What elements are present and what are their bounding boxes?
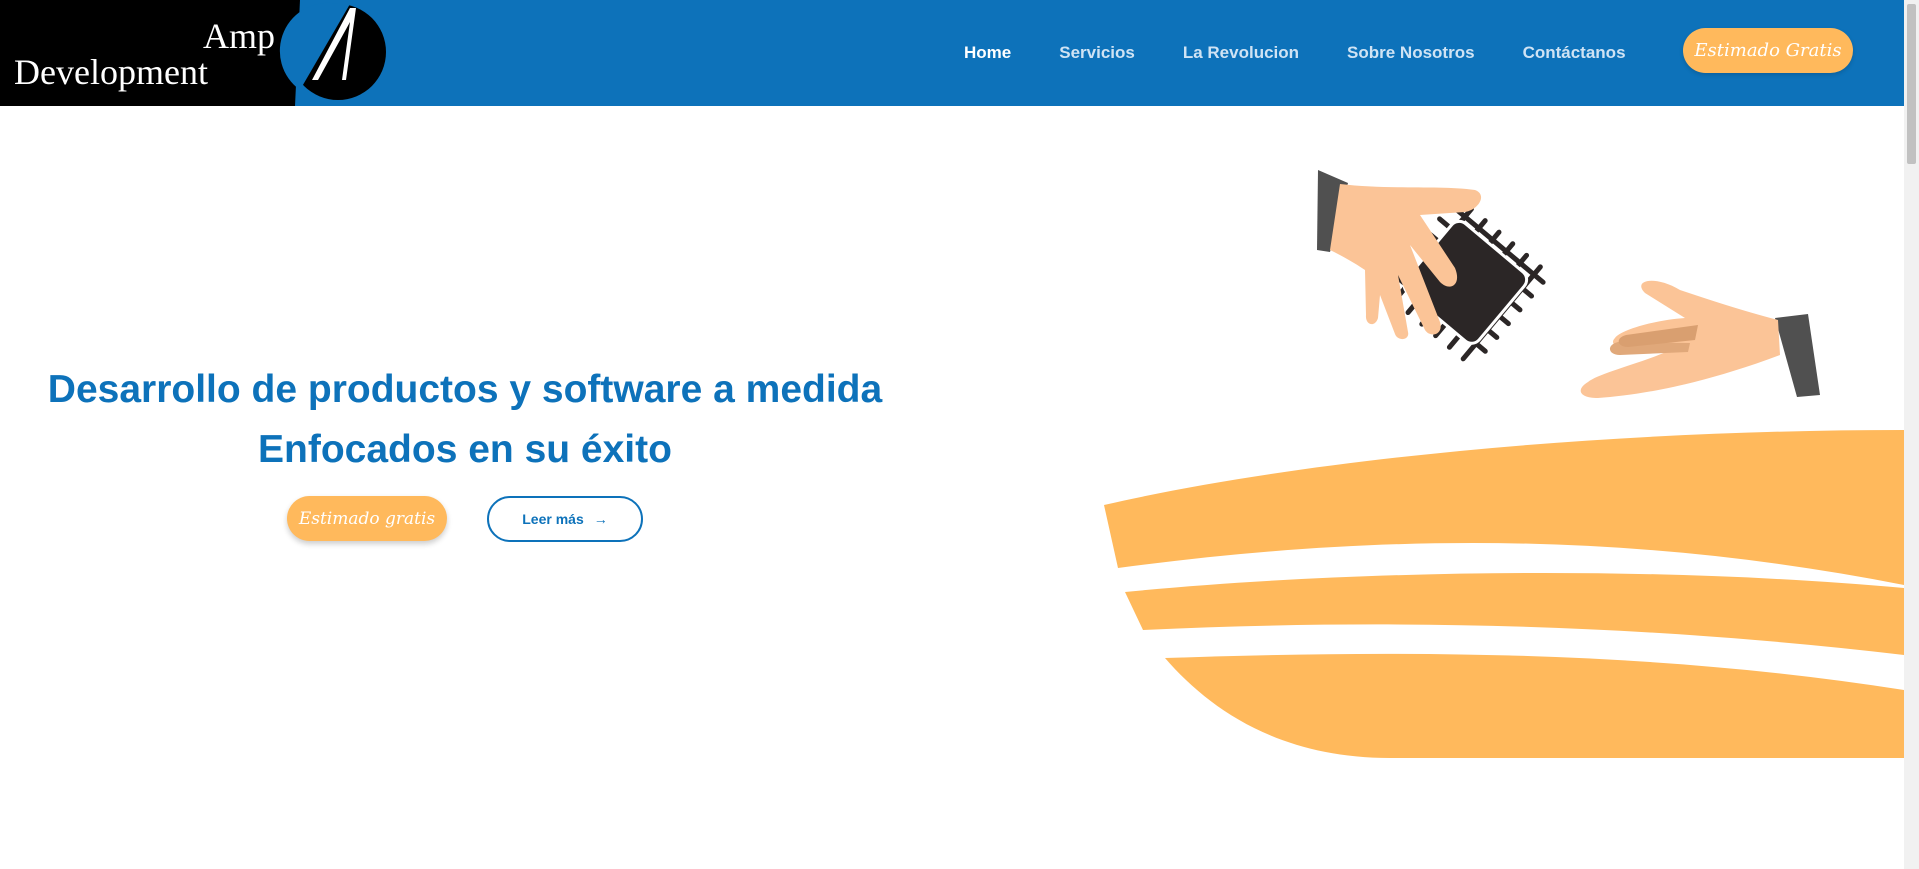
hero-estimate-button[interactable]: Estimado gratis (287, 496, 447, 541)
logo[interactable]: Amp Development (0, 0, 390, 106)
site-header: Amp Development Home Servicios La Revolu… (0, 0, 1904, 106)
nav-home[interactable]: Home (964, 43, 1011, 63)
main-nav: Home Servicios La Revolucion Sobre Nosot… (940, 0, 1650, 106)
hero-illustration (1104, 170, 1904, 758)
scrollbar[interactable] (1904, 0, 1919, 869)
swoosh-bottom (1165, 653, 1904, 758)
read-more-button[interactable]: Leer más → (487, 496, 643, 542)
receiving-hand-icon (1580, 280, 1820, 398)
hero-title-line1: Desarrollo de productos y software a med… (47, 368, 883, 411)
nav-servicios[interactable]: Servicios (1059, 43, 1135, 63)
hero-title: Desarrollo de productos y software a med… (20, 360, 910, 480)
logo-text-development: Development (14, 52, 208, 92)
nav-sobre-nosotros[interactable]: Sobre Nosotros (1347, 43, 1475, 63)
header-estimate-button[interactable]: Estimado Gratis (1683, 28, 1853, 73)
scrollbar-thumb[interactable] (1907, 4, 1916, 164)
logo-text-amp: Amp (203, 16, 275, 56)
swoosh-middle (1125, 572, 1904, 655)
hero-title-line2: Enfocados en su éxito (258, 428, 672, 471)
arrow-right-icon: → (593, 511, 608, 527)
swoosh-top (1104, 430, 1904, 585)
nav-contactanos[interactable]: Contáctanos (1523, 43, 1626, 63)
read-more-label: Leer más (522, 511, 584, 527)
nav-la-revolucion[interactable]: La Revolucion (1183, 43, 1299, 63)
